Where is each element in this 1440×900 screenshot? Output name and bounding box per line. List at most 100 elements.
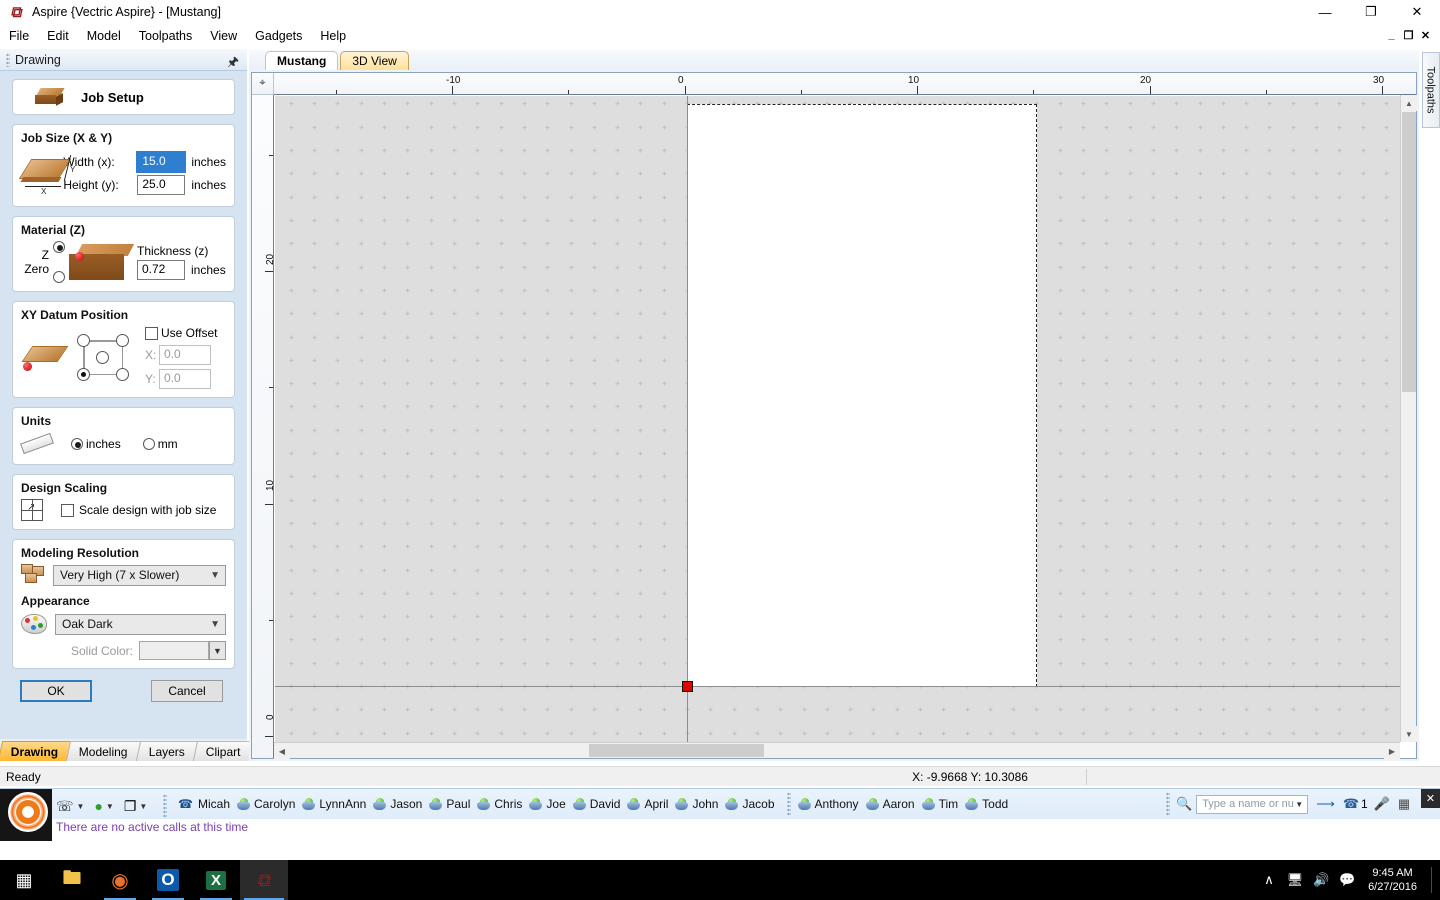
drawing-canvas[interactable] — [275, 96, 1400, 742]
horizontal-scroll-thumb[interactable] — [589, 744, 764, 757]
tab-drawing[interactable]: Drawing — [0, 741, 72, 761]
dialpad-icon[interactable]: ▦ — [1398, 796, 1410, 812]
show-hidden-icons-chevron-icon[interactable]: ∧ — [1256, 860, 1282, 900]
menu-file[interactable]: File — [0, 26, 38, 46]
modeling-resolution-select[interactable]: Very High (7 x Slower) ▼ — [53, 564, 226, 586]
offset-y-input[interactable]: 0.0 — [159, 369, 211, 389]
scroll-up-arrow[interactable]: ▲ — [1401, 95, 1417, 111]
tab-layers[interactable]: Layers — [135, 741, 199, 761]
taskbar-clock[interactable]: 9:45 AM 6/27/2016 — [1360, 866, 1425, 894]
solid-color-dropdown-icon[interactable]: ▼ — [209, 641, 226, 660]
datum-position-selector[interactable] — [77, 333, 137, 382]
comms-app-logo[interactable] — [8, 792, 48, 832]
cancel-button[interactable]: Cancel — [151, 680, 223, 702]
doc-tab-3dview[interactable]: 3D View — [340, 51, 409, 70]
contact-item[interactable]: John — [674, 797, 718, 811]
contact-item[interactable]: Chris — [476, 797, 522, 811]
doc-tab-mustang[interactable]: Mustang — [265, 51, 339, 70]
comms-close-button[interactable]: ✕ — [1421, 789, 1440, 808]
offset-x-input[interactable]: 0.0 — [159, 345, 211, 365]
datum-node-top-left[interactable] — [77, 333, 90, 347]
contact-item[interactable]: Jason — [372, 797, 422, 811]
datum-node-bottom-left[interactable] — [77, 367, 90, 381]
taskbar-file-explorer[interactable]: 🖿 — [48, 860, 96, 900]
start-button[interactable]: ▦ — [0, 860, 48, 900]
menu-model[interactable]: Model — [78, 26, 130, 46]
taskbar-outlook[interactable]: O — [144, 860, 192, 900]
contact-item[interactable]: LynnAnn — [301, 797, 366, 811]
scroll-right-arrow[interactable]: ▶ — [1384, 743, 1400, 759]
chevron-down-icon[interactable]: ▼ — [1295, 800, 1303, 809]
z-zero-bottom-radio[interactable] — [53, 271, 65, 283]
status-button[interactable]: ● ▼ — [94, 798, 113, 814]
menu-edit[interactable]: Edit — [38, 26, 78, 46]
contact-item[interactable]: Anthony — [797, 797, 859, 811]
datum-marker[interactable] — [682, 681, 693, 692]
contact-item[interactable]: Carolyn — [236, 797, 295, 811]
mdi-close-button[interactable]: ✕ — [1417, 27, 1434, 44]
ok-button[interactable]: OK — [20, 680, 92, 702]
contact-item[interactable]: Joe — [528, 797, 566, 811]
use-offset-checkbox[interactable] — [145, 326, 158, 340]
datum-node-top-right[interactable] — [116, 333, 129, 347]
search-icon[interactable]: 🔍 — [1176, 796, 1192, 812]
units-inches-radio[interactable] — [71, 438, 83, 450]
contact-item[interactable]: Aaron — [865, 797, 915, 811]
height-input[interactable]: 25.0 — [137, 175, 186, 195]
mdi-restore-button[interactable]: ❐ — [1400, 27, 1417, 44]
windows-button[interactable]: ❐ ▼ — [124, 798, 147, 815]
horizontal-scrollbar[interactable]: ◀ ▶ — [274, 742, 1400, 759]
scroll-down-arrow[interactable]: ▼ — [1401, 726, 1417, 742]
network-icon[interactable]: 🖥 — [1282, 860, 1308, 900]
scale-design-checkbox[interactable] — [61, 503, 74, 517]
volume-icon[interactable]: 🔊 — [1308, 860, 1334, 900]
maximize-button[interactable]: ❐ — [1348, 0, 1394, 24]
presence-button[interactable]: ☏ ▼ — [56, 798, 84, 815]
phone-icon[interactable]: ☎ — [1343, 796, 1359, 812]
scroll-left-arrow[interactable]: ◀ — [274, 743, 290, 759]
thickness-input[interactable]: 0.72 — [137, 260, 185, 280]
toolpaths-tab[interactable]: Toolpaths — [1422, 52, 1440, 128]
material-rectangle[interactable] — [687, 104, 1037, 687]
width-input[interactable]: 15.0 — [136, 151, 187, 173]
taskbar-aspire[interactable]: ⧉ — [240, 860, 288, 900]
z-zero-top-radio[interactable] — [53, 241, 65, 253]
vertical-scrollbar[interactable]: ▲ ▼ — [1400, 95, 1417, 742]
taskbar-excel[interactable]: X — [192, 860, 240, 900]
menu-help[interactable]: Help — [311, 26, 355, 46]
comms-grip-icon[interactable] — [163, 794, 168, 818]
solid-color-swatch[interactable] — [139, 641, 209, 660]
tab-modeling[interactable]: Modeling — [66, 741, 142, 761]
drag-grip-icon[interactable] — [6, 52, 10, 67]
search-grip-icon[interactable] — [1166, 792, 1170, 816]
tab-clipart[interactable]: Clipart — [192, 741, 254, 761]
contact-active-call[interactable]: ☎ Micah — [178, 797, 230, 811]
ruler-origin-icon[interactable]: ⌖ — [252, 73, 274, 95]
taskbar-firefox[interactable]: ◉ — [96, 860, 144, 900]
show-desktop-button[interactable] — [1431, 867, 1432, 893]
contact-item[interactable]: Todd — [964, 797, 1008, 811]
contact-item[interactable]: Tim — [921, 797, 958, 811]
datum-node-bottom-right[interactable] — [116, 367, 129, 381]
datum-node-center[interactable] — [96, 350, 109, 364]
contact-item[interactable]: David — [572, 797, 621, 811]
contact-item[interactable]: Jacob — [724, 797, 775, 811]
menu-gadgets[interactable]: Gadgets — [246, 26, 311, 46]
contact-item[interactable]: April — [626, 797, 668, 811]
contact-name: David — [589, 797, 621, 811]
menu-view[interactable]: View — [201, 26, 246, 46]
search-input[interactable]: Type a name or nu ▼ — [1196, 794, 1309, 814]
contacts-group-grip-icon[interactable] — [786, 792, 791, 816]
appearance-select[interactable]: Oak Dark ▼ — [55, 613, 226, 635]
units-mm-radio[interactable] — [142, 438, 155, 450]
close-button[interactable]: ✕ — [1394, 0, 1440, 24]
vertical-scroll-thumb[interactable] — [1402, 112, 1416, 392]
mdi-minimize-button[interactable]: _ — [1383, 27, 1400, 44]
menu-toolpaths[interactable]: Toolpaths — [130, 26, 202, 46]
action-center-icon[interactable]: 💬 — [1334, 860, 1360, 900]
pin-icon[interactable]: 🖈 — [227, 53, 239, 75]
minimize-button[interactable]: — — [1302, 0, 1348, 24]
call-forward-icon[interactable]: ⟶ — [1316, 796, 1335, 812]
contact-item[interactable]: Paul — [428, 797, 470, 811]
microphone-mute-icon[interactable]: 🎤 — [1374, 796, 1390, 812]
